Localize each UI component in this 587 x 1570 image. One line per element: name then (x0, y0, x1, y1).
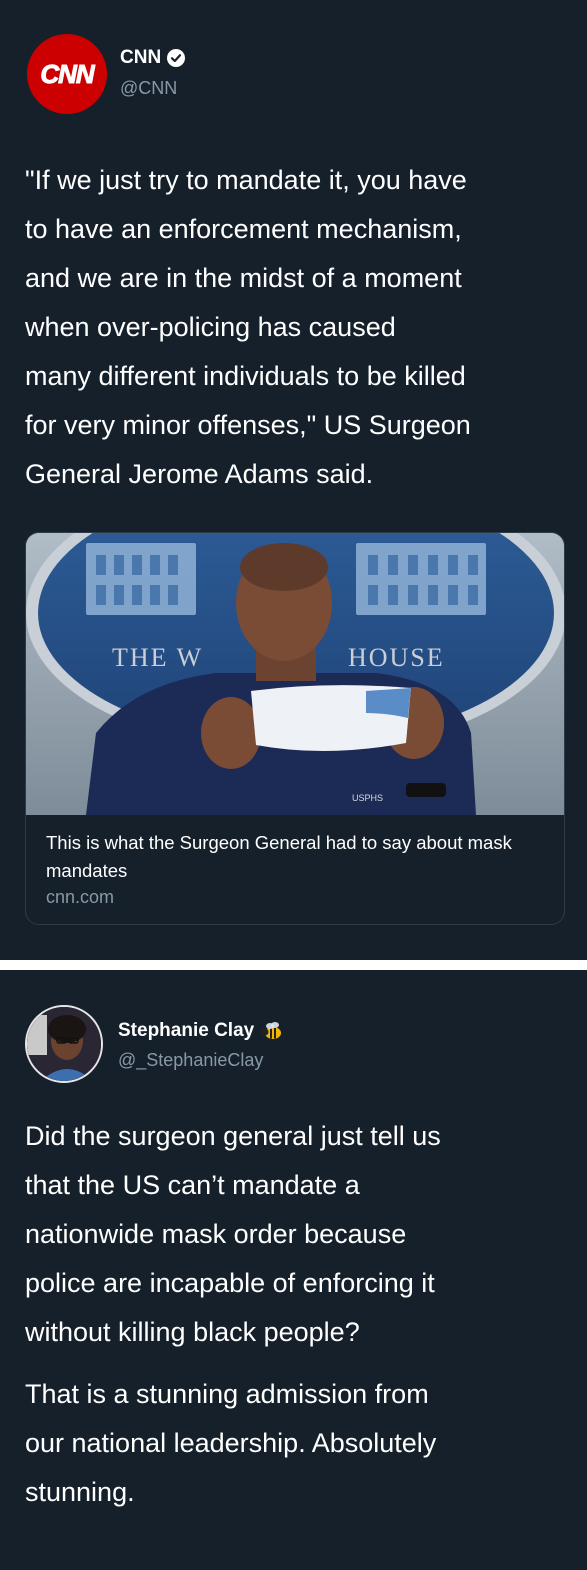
card-domain: cnn.com (46, 887, 115, 907)
reply-paragraph-2: That is a stunning admission from our na… (25, 1379, 437, 1507)
steph-avatar-photo (27, 1007, 101, 1081)
link-card[interactable]: THE W HOUSE USPHS This is what the Surge… (25, 532, 565, 925)
card-title[interactable]: This is what the Surgeon General had to … (46, 829, 548, 885)
steph-avatar[interactable] (25, 1005, 103, 1083)
steph-name-row[interactable]: Stephanie Clay (118, 1020, 284, 1042)
verified-badge-icon (167, 49, 186, 67)
cnn-avatar[interactable]: CNN (27, 34, 107, 114)
cnn-logo-text: CNN (40, 58, 95, 89)
press-briefing-photo: THE W HOUSE USPHS (26, 533, 564, 815)
steph-display-name[interactable]: Stephanie Clay (118, 1020, 254, 1042)
cnn-tweet: CNN CNN @CNN "If we just try to mandate … (0, 0, 587, 960)
sign-text-right: HOUSE (348, 643, 445, 672)
cnn-display-name[interactable]: CNN (120, 47, 161, 69)
reply-paragraph-1: Did the surgeon general just tell us tha… (25, 1121, 441, 1347)
card-image: THE W HOUSE USPHS (26, 533, 564, 815)
bee-emoji-icon (260, 1021, 284, 1041)
steph-handle[interactable]: @_StephanieClay (118, 1050, 263, 1071)
cnn-handle[interactable]: @CNN (120, 78, 177, 99)
cnn-name-row[interactable]: CNN (120, 47, 186, 69)
sign-text-left: THE W (112, 643, 203, 672)
cnn-tweet-text: "If we just try to mandate it, you have … (25, 165, 471, 489)
uniform-badge: USPHS (352, 793, 383, 803)
